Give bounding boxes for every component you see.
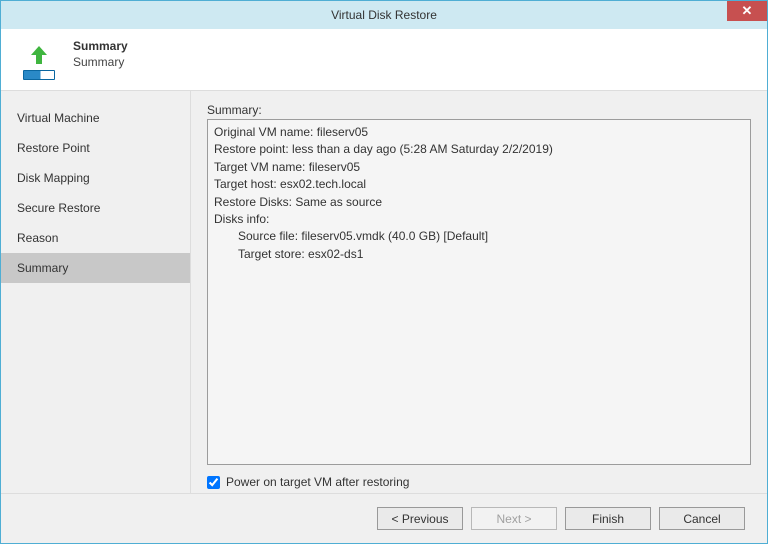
page-title: Summary — [73, 39, 128, 53]
wizard-window: Virtual Disk Restore ✕ Summary Summary V… — [0, 0, 768, 544]
power-on-checkbox[interactable] — [207, 476, 220, 489]
sidebar-item-summary[interactable]: Summary — [1, 253, 190, 283]
summary-line: Disks info: — [214, 211, 744, 228]
sidebar-item-label: Reason — [17, 231, 58, 245]
sidebar-item-virtual-machine[interactable]: Virtual Machine — [1, 103, 190, 133]
summary-textbox[interactable]: Original VM name: fileserv05 Restore poi… — [207, 119, 751, 465]
titlebar: Virtual Disk Restore ✕ — [1, 1, 767, 29]
summary-line: Target VM name: fileserv05 — [214, 159, 744, 176]
power-on-checkbox-row: Power on target VM after restoring — [207, 465, 751, 493]
previous-button[interactable]: < Previous — [377, 507, 463, 530]
cancel-button[interactable]: Cancel — [659, 507, 745, 530]
sidebar-item-reason[interactable]: Reason — [1, 223, 190, 253]
header-icon — [17, 39, 61, 83]
summary-line: Target host: esx02.tech.local — [214, 176, 744, 193]
summary-label: Summary: — [207, 103, 751, 117]
button-bar: < Previous Next > Finish Cancel — [1, 493, 767, 543]
content-area: Summary: Original VM name: fileserv05 Re… — [191, 91, 767, 493]
summary-line: Target store: esx02-ds1 — [214, 246, 744, 263]
sidebar-item-disk-mapping[interactable]: Disk Mapping — [1, 163, 190, 193]
close-icon: ✕ — [742, 3, 753, 19]
arrow-up-icon — [27, 43, 51, 67]
wizard-header: Summary Summary — [1, 29, 767, 91]
sidebar-item-label: Summary — [17, 261, 68, 275]
header-text: Summary Summary — [73, 39, 128, 69]
summary-line: Restore Disks: Same as source — [214, 194, 744, 211]
sidebar-item-restore-point[interactable]: Restore Point — [1, 133, 190, 163]
sidebar-item-label: Disk Mapping — [17, 171, 90, 185]
next-button: Next > — [471, 507, 557, 530]
sidebar-item-label: Secure Restore — [17, 201, 100, 215]
window-title: Virtual Disk Restore — [331, 8, 437, 22]
wizard-body: Virtual Machine Restore Point Disk Mappi… — [1, 91, 767, 493]
page-subtitle: Summary — [73, 55, 128, 69]
sidebar-item-label: Restore Point — [17, 141, 90, 155]
sidebar-item-secure-restore[interactable]: Secure Restore — [1, 193, 190, 223]
sidebar: Virtual Machine Restore Point Disk Mappi… — [1, 91, 191, 493]
summary-line: Original VM name: fileserv05 — [214, 124, 744, 141]
disk-icon — [23, 70, 55, 80]
summary-line: Source file: fileserv05.vmdk (40.0 GB) [… — [214, 228, 744, 245]
close-button[interactable]: ✕ — [727, 1, 767, 21]
summary-line: Restore point: less than a day ago (5:28… — [214, 141, 744, 158]
sidebar-item-label: Virtual Machine — [17, 111, 100, 125]
finish-button[interactable]: Finish — [565, 507, 651, 530]
power-on-label[interactable]: Power on target VM after restoring — [226, 475, 409, 489]
